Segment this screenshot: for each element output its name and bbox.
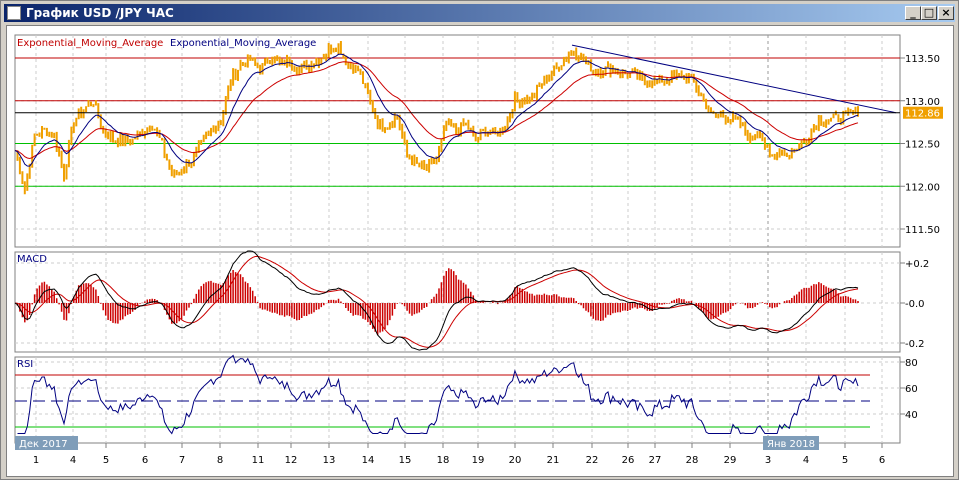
x-tick-label: 21 [547, 455, 560, 466]
x-tick-label: 19 [472, 455, 485, 466]
x-tick-label: 12 [285, 455, 298, 466]
x-tick-label: 4 [803, 455, 809, 466]
x-tick-label: 27 [649, 455, 662, 466]
legend-ema-fast: Exponential_Moving_Average [170, 38, 316, 49]
x-tick-label: 11 [252, 455, 265, 466]
x-tick-label: 29 [724, 455, 737, 466]
current-price-label: 112.86 [905, 109, 940, 120]
price-tick-label: 111.50 [905, 225, 940, 236]
x-tick-label: 8 [217, 455, 223, 466]
x-tick-label: 26 [622, 455, 635, 466]
x-tick-label: 4 [70, 455, 76, 466]
price-tick-label: 112.00 [905, 182, 940, 193]
x-tick-label: 5 [103, 455, 109, 466]
chart-svg[interactable]: 1 4 5 6 7 8 11 12 13 14 15 18 19 20 21 22 26 27 28 29 3 4 5 6Де… [0, 0, 959, 480]
x-tick-label: 14 [362, 455, 375, 466]
price-panel [14, 34, 901, 248]
rsi-panel [14, 356, 901, 444]
period-label: Дек 2017 [19, 439, 68, 450]
rsi-tick-label: 60 [905, 384, 918, 395]
x-tick-label: 3 [765, 455, 771, 466]
period-label: Янв 2018 [767, 439, 815, 450]
x-tick-label: 15 [399, 455, 412, 466]
price-tick-label: 113.00 [905, 97, 940, 108]
x-tick-label: 6 [879, 455, 885, 466]
x-tick-label: 6 [142, 455, 148, 466]
x-tick-label: 28 [686, 455, 699, 466]
x-tick-label: 5 [842, 455, 848, 466]
macd-tick-label: +0.2 [905, 259, 929, 270]
x-tick-label: 13 [323, 455, 336, 466]
legend-ema-slow: Exponential_Moving_Average [17, 38, 163, 49]
rsi-label: RSI [17, 359, 33, 370]
macd-tick-label: -0.2 [905, 339, 925, 350]
x-tick-label: 18 [437, 455, 450, 466]
macd-tick-label: -0.0 [905, 299, 925, 310]
x-tick-label: 1 [33, 455, 39, 466]
price-tick-label: 113.50 [905, 54, 940, 65]
rsi-tick-label: 80 [905, 358, 918, 369]
x-tick-label: 20 [509, 455, 522, 466]
x-tick-label: 22 [586, 455, 599, 466]
x-tick-label: 7 [179, 455, 185, 466]
price-tick-label: 112.50 [905, 140, 940, 151]
macd-label: MACD [17, 254, 47, 265]
rsi-tick-label: 40 [905, 410, 918, 421]
